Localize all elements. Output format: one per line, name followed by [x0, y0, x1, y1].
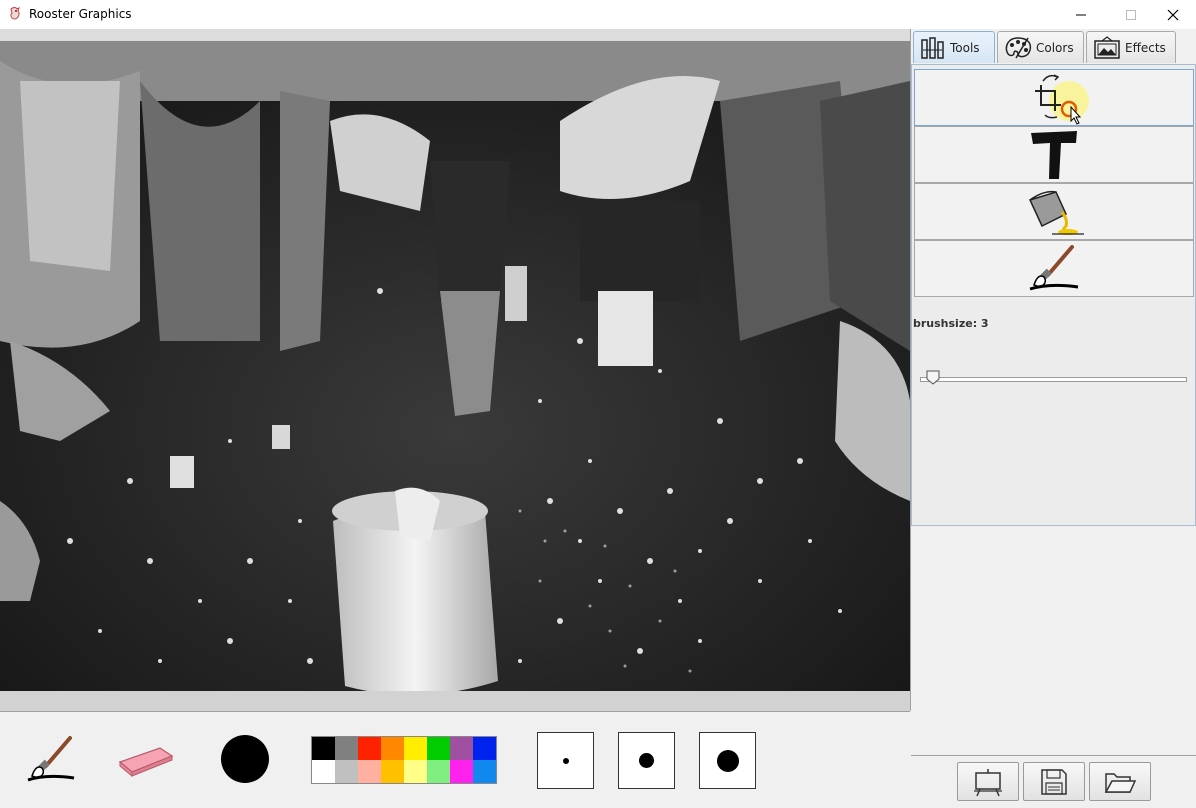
small-dot — [562, 757, 569, 764]
color-swatch[interactable] — [358, 737, 381, 760]
tab-tools[interactable]: Tools — [913, 31, 995, 63]
tab-effects-label: Effects — [1125, 40, 1166, 55]
color-swatch[interactable] — [335, 737, 358, 760]
minimize-icon — [1076, 14, 1086, 15]
paint-bucket-button[interactable] — [914, 183, 1194, 240]
paintbrush-tool[interactable] — [26, 734, 78, 788]
color-swatch[interactable] — [473, 760, 496, 783]
canvas-top-margin — [0, 29, 910, 41]
color-swatch[interactable] — [450, 737, 473, 760]
tools-tab-content: brushsize: 3 — [911, 64, 1196, 526]
tab-bar: Tools Colors Effects — [911, 31, 1196, 64]
color-swatch[interactable] — [381, 760, 404, 783]
open-folder-icon — [1104, 772, 1136, 793]
color-swatch[interactable] — [427, 760, 450, 783]
paintbrush-icon — [27, 736, 75, 782]
brush-size-medium[interactable] — [618, 732, 675, 789]
bottom-toolbar — [0, 711, 910, 808]
brush-size-slider-thumb[interactable] — [926, 370, 940, 385]
brush-size-label: brushsize: 3 — [913, 317, 989, 330]
tab-colors-label: Colors — [1036, 40, 1074, 55]
close-button[interactable] — [1150, 0, 1196, 29]
picture-icon — [1094, 35, 1120, 59]
color-swatch[interactable] — [312, 760, 335, 783]
color-swatch[interactable] — [381, 737, 404, 760]
color-swatch[interactable] — [312, 737, 335, 760]
color-swatch[interactable] — [450, 760, 473, 783]
eraser-tool[interactable] — [116, 742, 176, 782]
brush-size-slider-track[interactable] — [920, 377, 1187, 382]
brush-size-large[interactable] — [699, 732, 756, 789]
color-swatch[interactable] — [358, 760, 381, 783]
close-icon — [1167, 9, 1179, 20]
color-swatch[interactable] — [335, 760, 358, 783]
new-canvas-button[interactable] — [957, 762, 1019, 801]
save-button[interactable] — [1023, 762, 1085, 801]
canvas-photo[interactable] — [0, 41, 910, 691]
color-swatch[interactable] — [473, 737, 496, 760]
panel-separator — [911, 755, 1196, 756]
maximize-icon — [1126, 9, 1136, 20]
save-icon — [1041, 768, 1067, 795]
palette-icon — [1005, 36, 1032, 58]
minimize-button[interactable] — [1058, 0, 1104, 29]
paintbrush-icon — [1029, 244, 1079, 290]
title-bar: Rooster Graphics — [0, 0, 1196, 29]
tab-tools-label: Tools — [950, 40, 980, 55]
rooster-app-icon — [10, 7, 20, 20]
text-tool-icon — [1031, 130, 1077, 179]
color-palette — [311, 736, 497, 784]
canvas-bottom-margin — [0, 691, 910, 711]
side-panel: Tools Colors Effects brushsize: 3 — [911, 29, 1196, 807]
color-swatch[interactable] — [404, 760, 427, 783]
open-button[interactable] — [1089, 762, 1151, 801]
eraser-icon — [118, 747, 174, 778]
paintbrush-button[interactable] — [914, 240, 1194, 297]
current-color-indicator[interactable] — [220, 734, 270, 788]
brush-size-small[interactable] — [537, 732, 594, 789]
large-dot — [716, 749, 739, 772]
crop-rotate-button[interactable] — [914, 69, 1194, 126]
paint-bucket-icon — [1028, 190, 1084, 235]
window-title: Rooster Graphics — [29, 7, 132, 21]
crop-rotate-icon — [1035, 73, 1089, 125]
tab-effects[interactable]: Effects — [1086, 31, 1176, 63]
new-canvas-icon — [974, 768, 1002, 796]
maximize-button[interactable] — [1108, 0, 1154, 29]
text-tool-button[interactable] — [914, 126, 1194, 183]
color-swatch[interactable] — [427, 737, 450, 760]
tools-icon — [921, 36, 944, 59]
medium-dot — [639, 753, 654, 768]
drawing-canvas[interactable] — [0, 29, 911, 711]
current-color-black — [221, 735, 269, 783]
color-swatch[interactable] — [404, 737, 427, 760]
tab-colors[interactable]: Colors — [997, 31, 1084, 63]
